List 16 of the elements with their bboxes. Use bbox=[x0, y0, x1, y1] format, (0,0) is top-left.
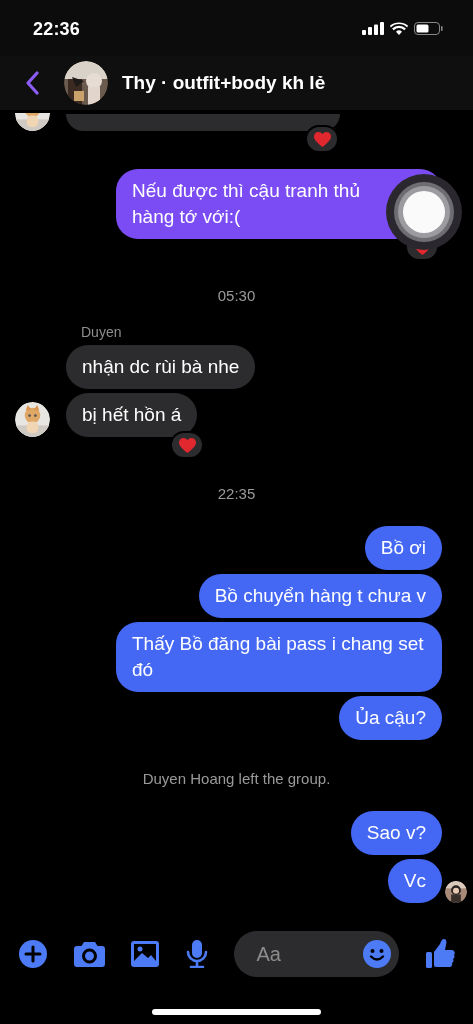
timestamp: 22:35 bbox=[216, 485, 257, 502]
message-bubble: Bồ chuyển hàng t chưa v bbox=[198, 574, 442, 618]
message-input[interactable]: Aa bbox=[254, 941, 364, 967]
message-bubble: Ủa cậu? bbox=[339, 696, 442, 740]
message-bubble: nhận dc rùi bà nhe bbox=[66, 345, 256, 389]
timestamp: 05:30 bbox=[216, 287, 257, 304]
message-bubble: Sao v? bbox=[350, 811, 442, 855]
group-notice: Duyen Hoang left the group. bbox=[141, 770, 332, 787]
sender-name: Duyen bbox=[80, 324, 123, 340]
message-bubble: Bồ ơi bbox=[364, 526, 442, 570]
chat-title: Thy · outfit+body kh lẻ bbox=[122, 72, 326, 94]
message-bubble: Vc bbox=[387, 859, 442, 903]
message-bubble: Thấy Bồ đăng bài pass i chang set đó bbox=[116, 622, 442, 692]
message-field[interactable]: Aa bbox=[234, 931, 400, 977]
status-time: 22:36 bbox=[33, 18, 81, 40]
message-bubble: bị hết hồn á bbox=[66, 393, 198, 437]
